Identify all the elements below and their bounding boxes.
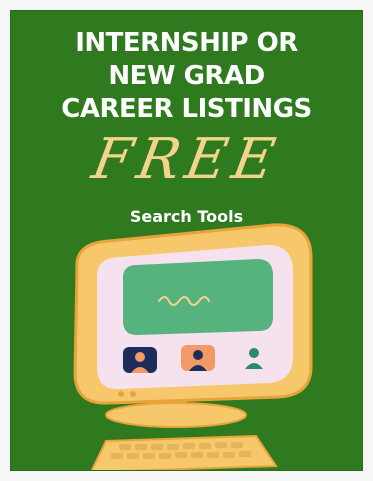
computer-illustration (73, 223, 313, 470)
user-avatar-icon (237, 343, 271, 369)
monitor-dot (130, 391, 136, 397)
user-avatar-icon (181, 345, 215, 371)
monitor-icon (73, 223, 313, 405)
monitor-base (105, 402, 247, 428)
frame: INTERNSHIP OR NEW GRAD CAREER LISTINGS F… (0, 0, 373, 481)
poster: INTERNSHIP OR NEW GRAD CAREER LISTINGS F… (10, 10, 363, 471)
screen-banner (123, 259, 273, 335)
keyboard-icon (90, 434, 278, 470)
user-avatar-icon (123, 347, 157, 373)
monitor-dot (118, 391, 124, 397)
